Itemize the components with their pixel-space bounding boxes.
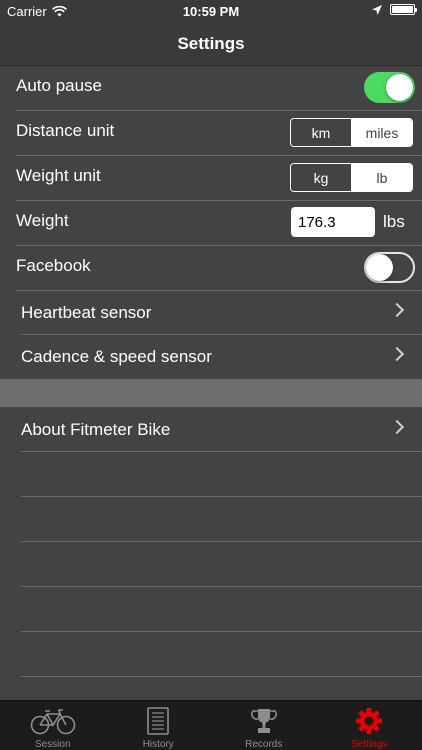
notebook-icon <box>147 707 170 735</box>
tab-settings[interactable]: Settings <box>317 701 422 750</box>
empty-row-separator <box>21 631 422 632</box>
chevron-right-icon <box>389 346 405 362</box>
tab-records[interactable]: Records <box>211 701 317 750</box>
tab-history[interactable]: History <box>106 701 212 750</box>
bicycle-icon <box>30 709 76 735</box>
empty-row-separator <box>21 541 422 542</box>
chevron-right-icon <box>389 419 405 435</box>
empty-row-separator <box>21 496 422 497</box>
facebook-label: Facebook <box>16 256 91 275</box>
cadence-sensor-label: Cadence & speed sensor <box>21 347 212 366</box>
weight-unit-segmented: kg lb <box>290 163 413 192</box>
weight-row: Weight 176.3 lbs <box>0 201 422 246</box>
location-arrow-icon <box>372 4 382 15</box>
section-separator <box>0 379 422 407</box>
status-right <box>372 4 417 15</box>
tab-bar: Session History Records Settings <box>0 700 422 750</box>
tab-session[interactable]: Session <box>0 701 106 750</box>
distance-unit-segmented: km miles <box>290 118 413 147</box>
heartbeat-sensor-label: Heartbeat sensor <box>21 303 152 322</box>
distance-unit-label: Distance unit <box>16 121 115 140</box>
weight-label: Weight <box>16 211 69 230</box>
weight-unit-suffix: lbs <box>383 212 405 231</box>
toggle-knob <box>386 74 413 101</box>
status-bar: Carrier 10:59 PM <box>0 0 422 22</box>
toggle-knob <box>366 254 393 281</box>
empty-row-separator <box>21 586 422 587</box>
tab-label: History <box>142 739 174 750</box>
facebook-toggle[interactable] <box>364 252 415 283</box>
nav-bar: Settings <box>0 22 422 66</box>
auto-pause-label: Auto pause <box>16 76 103 95</box>
gear-icon <box>356 708 383 734</box>
tab-label: Records <box>245 739 283 750</box>
battery-icon <box>390 4 417 15</box>
row-separator <box>21 451 422 452</box>
weight-unit-row: Weight unit kg lb <box>0 156 422 201</box>
status-time: 10:59 PM <box>182 4 240 19</box>
distance-unit-row: Distance unit km miles <box>0 111 422 156</box>
weight-input[interactable]: 176.3 <box>291 207 375 237</box>
weight-unit-kg[interactable]: kg <box>291 164 351 191</box>
page-title: Settings <box>177 33 245 53</box>
heartbeat-sensor-row[interactable]: Heartbeat sensor <box>0 290 422 335</box>
auto-pause-toggle[interactable] <box>364 72 415 103</box>
tab-label: Settings <box>351 739 388 750</box>
empty-row-separator <box>21 676 422 677</box>
chevron-right-icon <box>389 302 405 318</box>
distance-unit-km[interactable]: km <box>291 119 351 146</box>
auto-pause-row: Auto pause <box>0 66 422 111</box>
cadence-sensor-row[interactable]: Cadence & speed sensor <box>0 334 422 379</box>
trophy-icon <box>250 709 277 733</box>
about-row[interactable]: About Fitmeter Bike <box>0 407 422 452</box>
tab-label: Session <box>34 739 71 750</box>
facebook-row: Facebook <box>0 246 422 291</box>
weight-unit-label: Weight unit <box>16 166 101 185</box>
about-label: About Fitmeter Bike <box>21 420 171 439</box>
distance-unit-miles[interactable]: miles <box>352 119 412 146</box>
weight-unit-lb[interactable]: lb <box>352 164 412 191</box>
